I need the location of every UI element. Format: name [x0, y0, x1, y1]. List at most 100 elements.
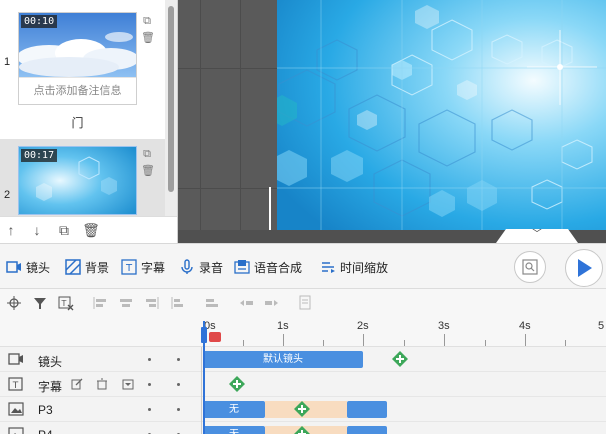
record-label: 录音 — [199, 260, 224, 275]
track-subtitle: T 字幕 — [0, 372, 606, 397]
app-window: 1 00:10 点击添加备注信息 ⧉ 🗑 门 2 00:17 ⧉ 🗑 ↑ ↓ ⧉… — [0, 0, 606, 434]
effect-clip[interactable]: 无 — [203, 426, 265, 434]
time-ruler[interactable]: 0s 1s 2s 3s 4s 5 — [0, 317, 606, 347]
effect-clip[interactable]: 无 — [203, 401, 265, 418]
svg-text:T: T — [125, 263, 133, 274]
shift-right-icon[interactable] — [264, 295, 280, 311]
slide-tools: ↑ ↓ ⧉ 🗑 — [0, 216, 177, 243]
image-icon — [8, 427, 24, 434]
slide-panel: 1 00:10 点击添加备注信息 ⧉ 🗑 门 2 00:17 ⧉ 🗑 ↑ ↓ ⧉… — [0, 0, 178, 243]
clear-text-icon[interactable]: T — [58, 295, 74, 311]
exit-clip[interactable] — [347, 401, 387, 418]
slide-item-1[interactable]: 1 00:10 点击添加备注信息 ⧉ 🗑 门 — [0, 0, 165, 137]
ruler-label-2: 2s — [357, 320, 369, 332]
sky-image: 00:10 — [19, 13, 136, 77]
track-header: 镜头 — [0, 347, 202, 372]
background-button[interactable]: 背景 — [65, 258, 109, 276]
tts-label: 语音合成 — [254, 260, 303, 275]
subtitle-button[interactable]: T 字幕 — [121, 258, 165, 276]
time-scale-button[interactable]: 时间缩放 — [320, 258, 388, 276]
preview-icon — [522, 259, 538, 275]
playhead-handle[interactable] — [201, 327, 207, 343]
play-button[interactable] — [565, 249, 603, 287]
background-icon — [65, 259, 81, 275]
collapse-toggle[interactable]: ﹀ — [496, 229, 578, 243]
camera-frame-corner — [269, 187, 315, 233]
track-header: P4 — [0, 422, 202, 434]
distribute-icon[interactable] — [170, 295, 186, 311]
camera-label: 镜头 — [26, 260, 51, 275]
ruler-label-4: 4s — [519, 320, 531, 332]
track-header: P3 — [0, 397, 202, 422]
chevron-down-icon: ﹀ — [532, 229, 542, 240]
copy-icon[interactable]: ⧉ — [141, 147, 153, 161]
track-name: 镜头 — [38, 355, 63, 369]
trash-icon[interactable]: 🗑 — [141, 31, 155, 45]
track-p4: P4 无 — [0, 422, 606, 434]
tts-button[interactable]: 语音合成 — [234, 258, 302, 276]
ruler-label-1: 1s — [277, 320, 289, 332]
slide-note[interactable]: 点击添加备注信息 — [19, 77, 136, 104]
subtitle-icon: T — [121, 259, 137, 275]
background-label: 背景 — [85, 260, 110, 275]
time-scale-label: 时间缩放 — [340, 260, 389, 275]
move-down-icon[interactable]: ↓ — [28, 221, 46, 239]
add-keyframe-icon[interactable] — [392, 351, 408, 367]
trash-icon[interactable] — [96, 378, 108, 390]
slide-thumbnail[interactable]: 00:10 点击添加备注信息 — [18, 12, 137, 105]
delete-icon[interactable]: 🗑 — [82, 221, 100, 239]
track-header: T 字幕 — [0, 372, 202, 397]
hexagon-image: 00:17 — [19, 147, 136, 214]
crosshair-icon[interactable] — [6, 295, 22, 311]
duration-badge: 00:17 — [21, 149, 58, 162]
edit-toolbar: 镜头 背景 T 字幕 录音 语音合成 时间缩放 — [0, 243, 606, 289]
marker[interactable] — [209, 332, 221, 342]
slide-item-2[interactable]: 2 00:17 ⧉ 🗑 — [0, 139, 165, 216]
align-left-icon[interactable] — [92, 295, 108, 311]
record-button[interactable]: 录音 — [179, 258, 223, 276]
slide-scrollbar[interactable] — [165, 0, 177, 216]
track-name: P4 — [38, 428, 53, 434]
svg-text:T: T — [61, 299, 67, 308]
slide-canvas[interactable] — [277, 0, 606, 230]
move-up-icon[interactable]: ↑ — [2, 221, 20, 239]
canvas-area[interactable]: ﹀ — [178, 0, 606, 243]
trash-icon[interactable]: 🗑 — [141, 164, 155, 178]
track-name: 字幕 — [38, 380, 63, 394]
duration-badge: 00:10 — [21, 15, 58, 28]
exit-clip[interactable] — [347, 426, 387, 434]
add-animation-icon[interactable] — [294, 401, 310, 417]
slide-title: 门 — [71, 116, 84, 130]
align-right-icon[interactable] — [144, 295, 160, 311]
svg-text:T: T — [12, 381, 19, 391]
slide-thumbnail[interactable]: 00:17 — [18, 146, 137, 215]
scroll-thumb[interactable] — [168, 6, 174, 192]
align-center-icon[interactable] — [118, 295, 134, 311]
track-camera: 镜头 默认镜头 — [0, 347, 606, 372]
camera-button[interactable]: 镜头 — [6, 258, 50, 276]
subtitle-icon: T — [8, 377, 23, 391]
ruler-label-5: 5 — [598, 320, 605, 332]
time-scale-icon — [322, 262, 335, 273]
edit-doc-icon[interactable] — [298, 295, 314, 311]
preview-button[interactable] — [514, 251, 546, 283]
track-p3: P3 无 — [0, 397, 606, 422]
slide-number: 1 — [4, 56, 11, 68]
camera-icon — [8, 353, 23, 365]
tts-icon — [234, 260, 250, 274]
filter-icon[interactable] — [32, 295, 48, 311]
add-animation-icon[interactable] — [294, 426, 310, 434]
slide-actions: ⧉ 🗑 — [141, 14, 155, 48]
track-name: P3 — [38, 403, 53, 417]
timeline-tools: T — [0, 289, 606, 317]
copy-icon[interactable]: ⧉ — [141, 14, 153, 28]
add-subtitle-icon[interactable] — [229, 376, 245, 392]
edit-icon[interactable] — [71, 378, 83, 390]
camera-icon — [6, 261, 21, 273]
shift-left-icon[interactable] — [238, 295, 254, 311]
camera-clip[interactable]: 默认镜头 — [203, 351, 363, 368]
duplicate-icon[interactable]: ⧉ — [55, 221, 73, 239]
slide-number: 2 — [4, 189, 11, 201]
import-icon[interactable] — [122, 378, 134, 390]
stack-icon[interactable] — [204, 295, 220, 311]
